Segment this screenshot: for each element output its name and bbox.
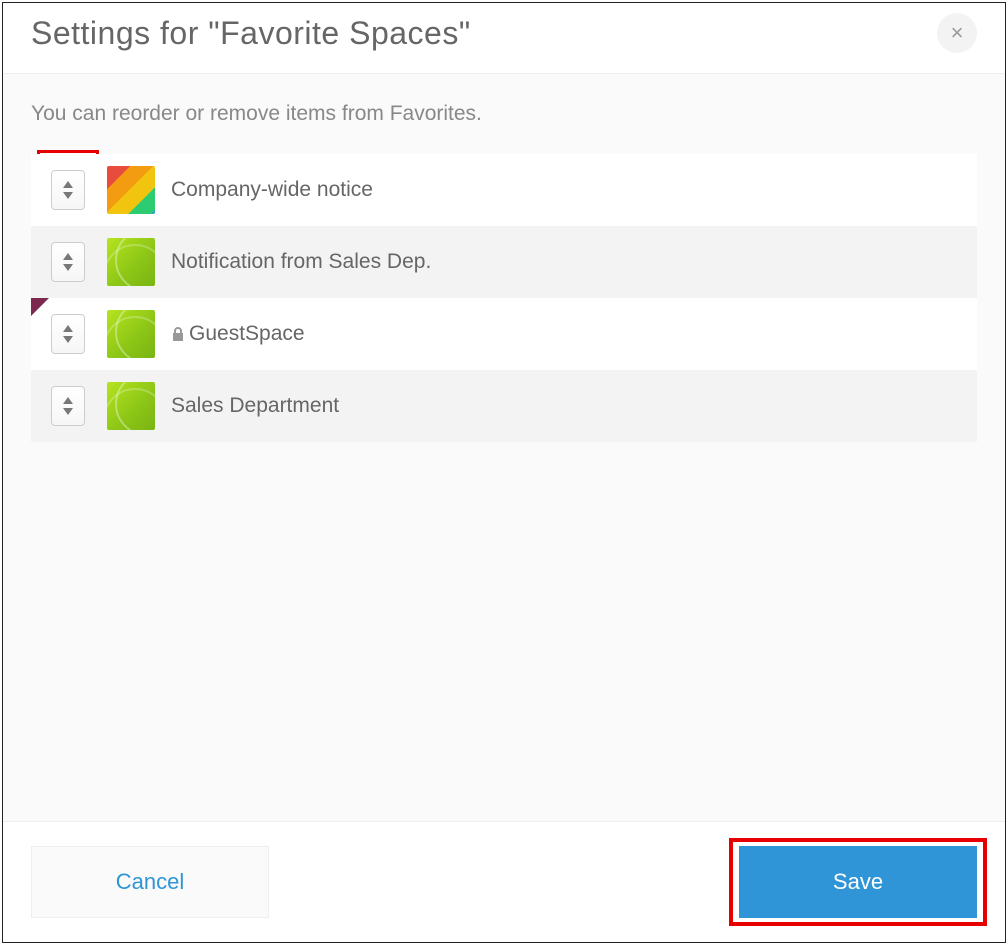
space-icon [107, 382, 155, 430]
favorites-list: Company-wide notice Notification from Sa… [31, 154, 977, 442]
dialog-footer: Cancel Save [3, 821, 1005, 942]
chevron-up-icon [63, 253, 73, 260]
cancel-button[interactable]: Cancel [31, 846, 269, 918]
chevron-up-icon [63, 397, 73, 404]
list-item[interactable]: GuestSpace [31, 298, 977, 370]
chevron-down-icon [63, 336, 73, 343]
space-icon [107, 310, 155, 358]
reorder-handle[interactable] [51, 314, 85, 354]
list-item[interactable]: Notification from Sales Dep. [31, 226, 977, 298]
reorder-handle[interactable] [51, 242, 85, 282]
lock-icon [171, 326, 185, 342]
space-label: Sales Department [171, 394, 339, 418]
chevron-up-icon [63, 325, 73, 332]
dialog-body: You can reorder or remove items from Fav… [3, 74, 1005, 821]
chevron-down-icon [63, 192, 73, 199]
list-item[interactable]: Company-wide notice [31, 154, 977, 226]
settings-dialog: Settings for "Favorite Spaces" × You can… [2, 2, 1006, 943]
reorder-handle[interactable] [51, 386, 85, 426]
guest-flag-icon [31, 298, 49, 316]
space-label: Company-wide notice [171, 178, 373, 202]
reorder-handle[interactable] [51, 170, 85, 210]
close-icon: × [951, 20, 964, 46]
close-button[interactable]: × [937, 13, 977, 53]
dialog-title: Settings for "Favorite Spaces" [31, 15, 471, 52]
space-label-text: GuestSpace [189, 322, 305, 346]
chevron-up-icon [63, 181, 73, 188]
dialog-header: Settings for "Favorite Spaces" × [3, 3, 1005, 74]
space-label: GuestSpace [171, 322, 305, 346]
space-icon [107, 238, 155, 286]
list-item[interactable]: Sales Department [31, 370, 977, 442]
instruction-text: You can reorder or remove items from Fav… [31, 102, 977, 126]
chevron-down-icon [63, 264, 73, 271]
space-icon [107, 166, 155, 214]
chevron-down-icon [63, 408, 73, 415]
save-button[interactable]: Save [739, 846, 977, 918]
space-label: Notification from Sales Dep. [171, 250, 431, 274]
